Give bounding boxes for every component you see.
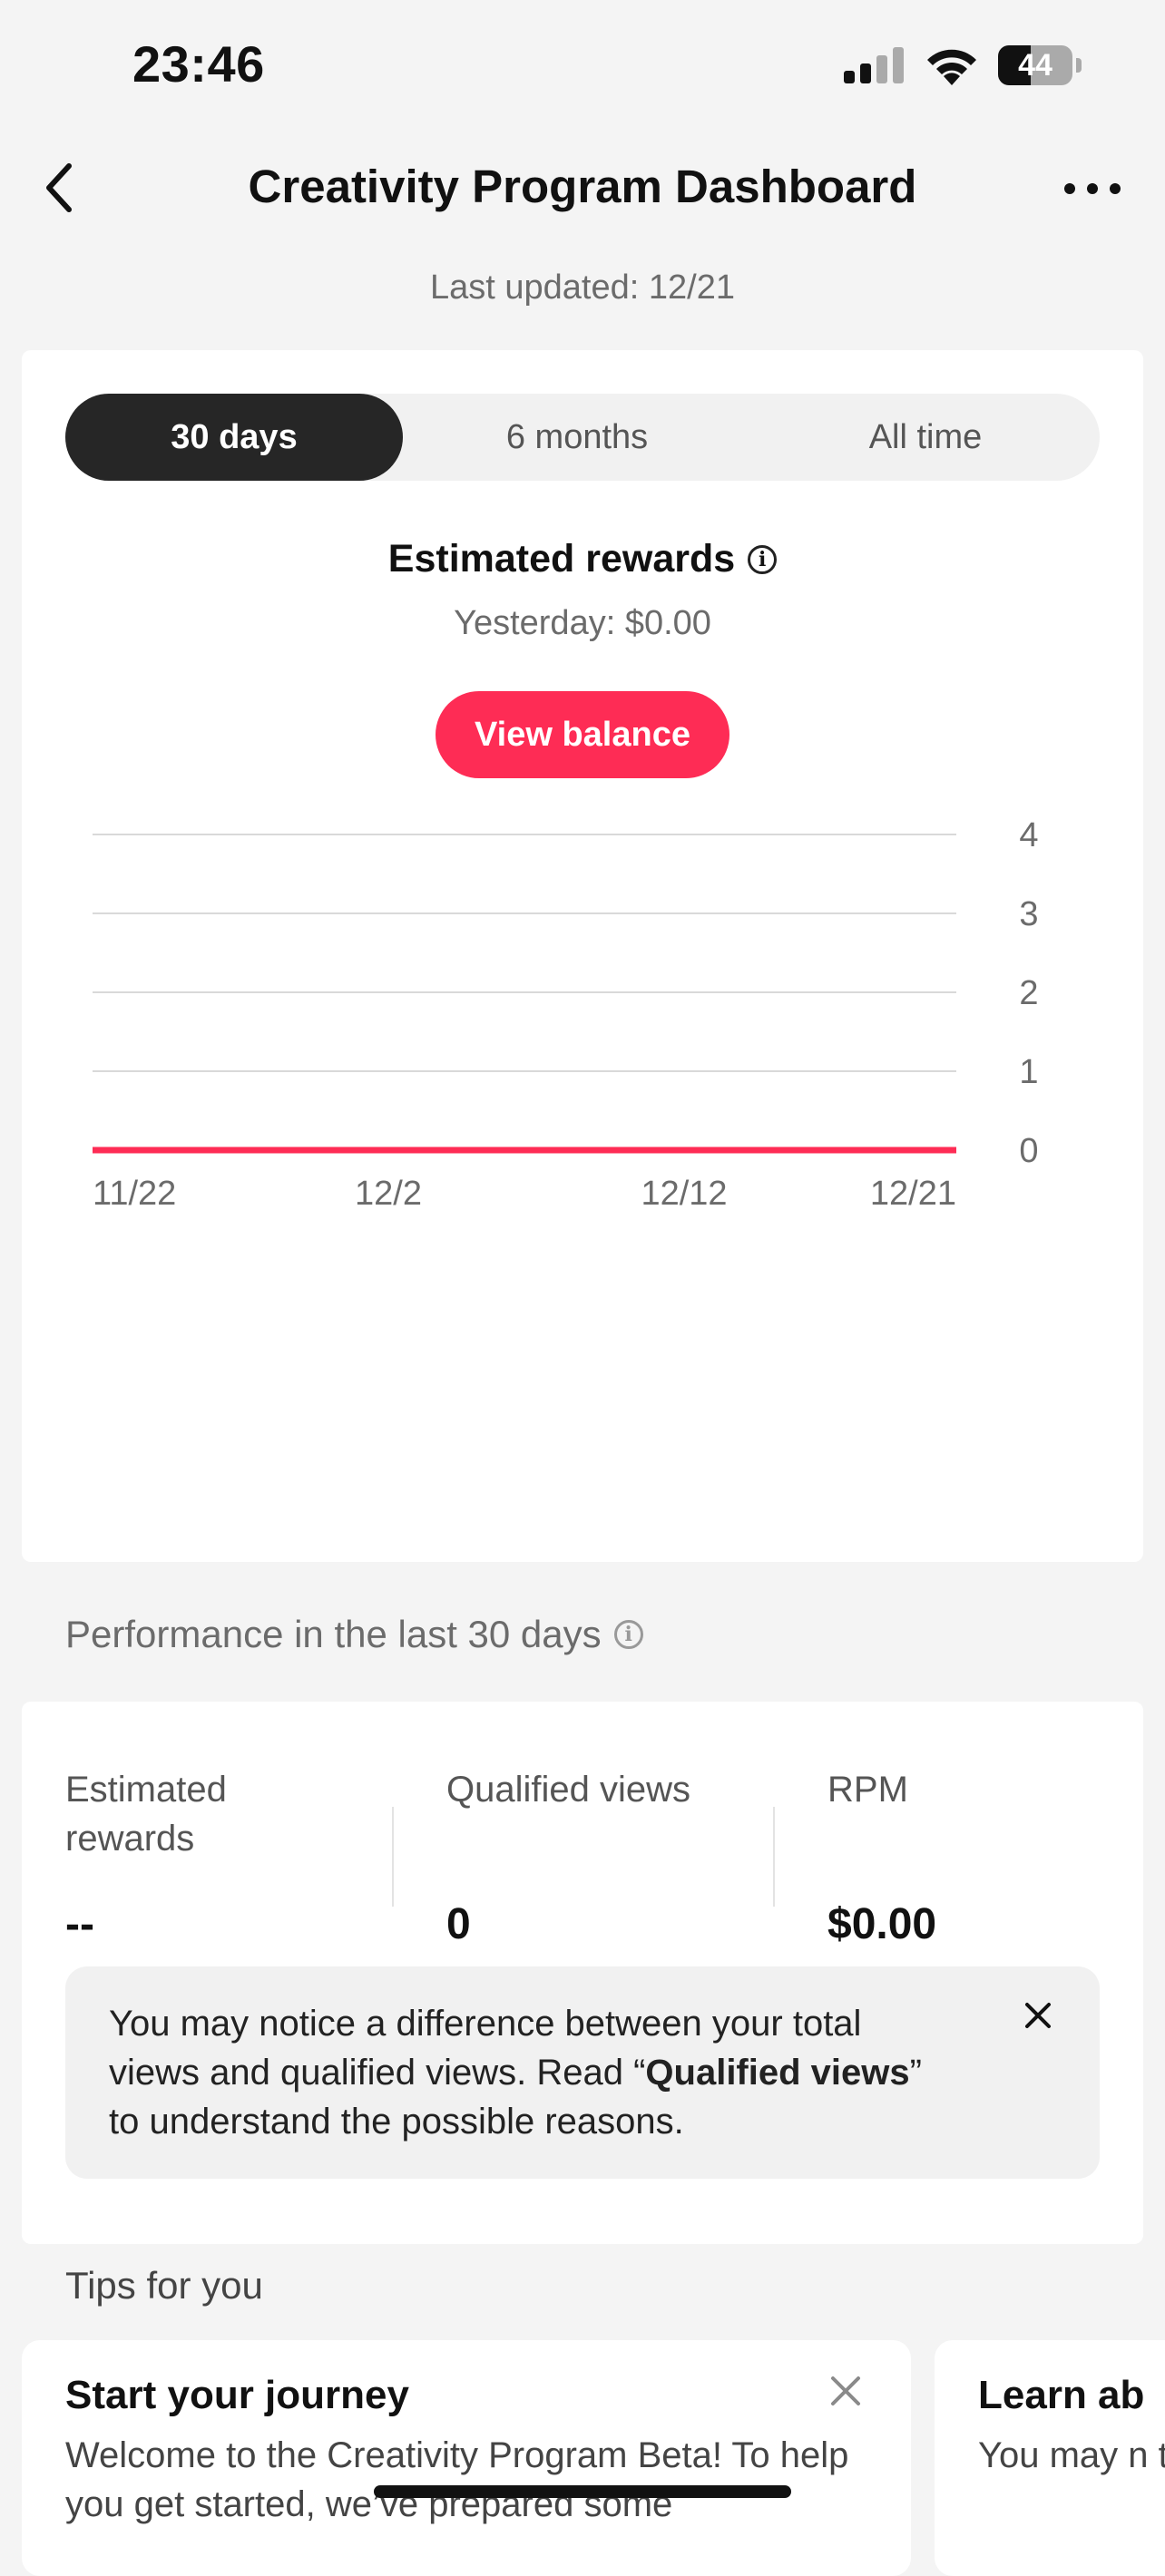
chart-y-tick-label: 3 [1019, 895, 1038, 933]
chart-x-tick-label: 12/21 [870, 1175, 956, 1213]
metric-label: Estimated rewards [65, 1770, 227, 1859]
chart-y-tick-label: 0 [1019, 1132, 1038, 1170]
tips-heading: Tips for you [65, 2264, 263, 2307]
chart-x-tick-label: 11/22 [93, 1175, 176, 1213]
chart-y-tick-label: 1 [1019, 1053, 1038, 1091]
performance-info-icon[interactable]: i [613, 1620, 643, 1649]
performance-heading-label: Performance in the last 30 days [65, 1613, 602, 1655]
chart-y-tick-label: 4 [1019, 816, 1038, 854]
tab-all-time[interactable]: All time [751, 394, 1100, 481]
tip-text: Welcome to the Creativity Program Beta! … [65, 2435, 849, 2524]
metric-divider [392, 1807, 394, 1907]
last-updated-text: Last updated: 12/21 [430, 268, 735, 307]
performance-card: Estimated rewards -- Qualified views 0 R… [22, 1702, 1143, 2244]
tip-text: You may n total view [978, 2435, 1165, 2475]
metric-qualified-views[interactable]: Qualified views 0 [446, 1765, 755, 1948]
performance-heading: Performance in the last 30 days i [65, 1613, 643, 1656]
tip-title: Learn ab [978, 2373, 1145, 2417]
cellular-signal-icon [844, 47, 904, 83]
metric-value: $0.00 [827, 1900, 937, 1948]
metric-label: Qualified views [446, 1770, 691, 1810]
rewards-line-chart: 4 3 2 1 0 11/22 12/2 12/12 12/21 [93, 816, 1039, 1213]
close-icon[interactable] [1020, 1997, 1056, 2034]
page-title: Creativity Program Dashboard [248, 161, 917, 212]
info-icon[interactable]: i [748, 544, 778, 574]
chart-x-tick-label: 12/2 [355, 1175, 422, 1213]
more-dots-icon [1064, 183, 1121, 194]
wifi-icon [927, 49, 976, 85]
view-balance-button[interactable]: View balance [436, 691, 729, 778]
metric-label: RPM [827, 1770, 908, 1810]
metric-value: -- [65, 1900, 94, 1948]
metric-rpm[interactable]: RPM $0.00 [827, 1765, 1136, 1948]
battery-cap [1076, 58, 1082, 73]
close-icon[interactable] [829, 2375, 862, 2407]
status-time: 23:46 [132, 35, 265, 93]
more-options-button[interactable] [1056, 161, 1129, 216]
tip-card-learn-about[interactable]: Learn ab You may n total view [935, 2340, 1165, 2576]
battery-icon: 44 [998, 45, 1072, 85]
tip-card-start-journey[interactable]: Start your journey Welcome to the Creati… [22, 2340, 911, 2576]
estimated-rewards-heading: Estimated rewards i [22, 537, 1143, 581]
home-indicator [374, 2485, 791, 2498]
time-range-tabs: 30 days 6 months All time [65, 394, 1100, 481]
qualified-views-link[interactable]: Qualified views [645, 2053, 909, 2093]
chart-x-tick-label: 12/12 [641, 1175, 727, 1213]
metric-value: 0 [446, 1900, 471, 1948]
tab-6-months[interactable]: 6 months [403, 394, 751, 481]
battery-percentage: 44 [1018, 47, 1052, 83]
qualified-views-notice: You may notice a difference between your… [65, 1966, 1100, 2179]
chart-y-tick-label: 2 [1019, 974, 1038, 1012]
yesterday-rewards: Yesterday: $0.00 [454, 604, 711, 642]
tip-title: Start your journey [65, 2373, 409, 2417]
rewards-card: 30 days 6 months All time Estimated rewa… [22, 350, 1143, 1562]
metric-estimated-rewards[interactable]: Estimated rewards -- [65, 1765, 374, 1948]
estimated-rewards-label: Estimated rewards [387, 537, 736, 581]
tab-30-days[interactable]: 30 days [65, 394, 403, 481]
status-icons: 44 [844, 45, 1082, 85]
metric-divider [773, 1807, 775, 1907]
